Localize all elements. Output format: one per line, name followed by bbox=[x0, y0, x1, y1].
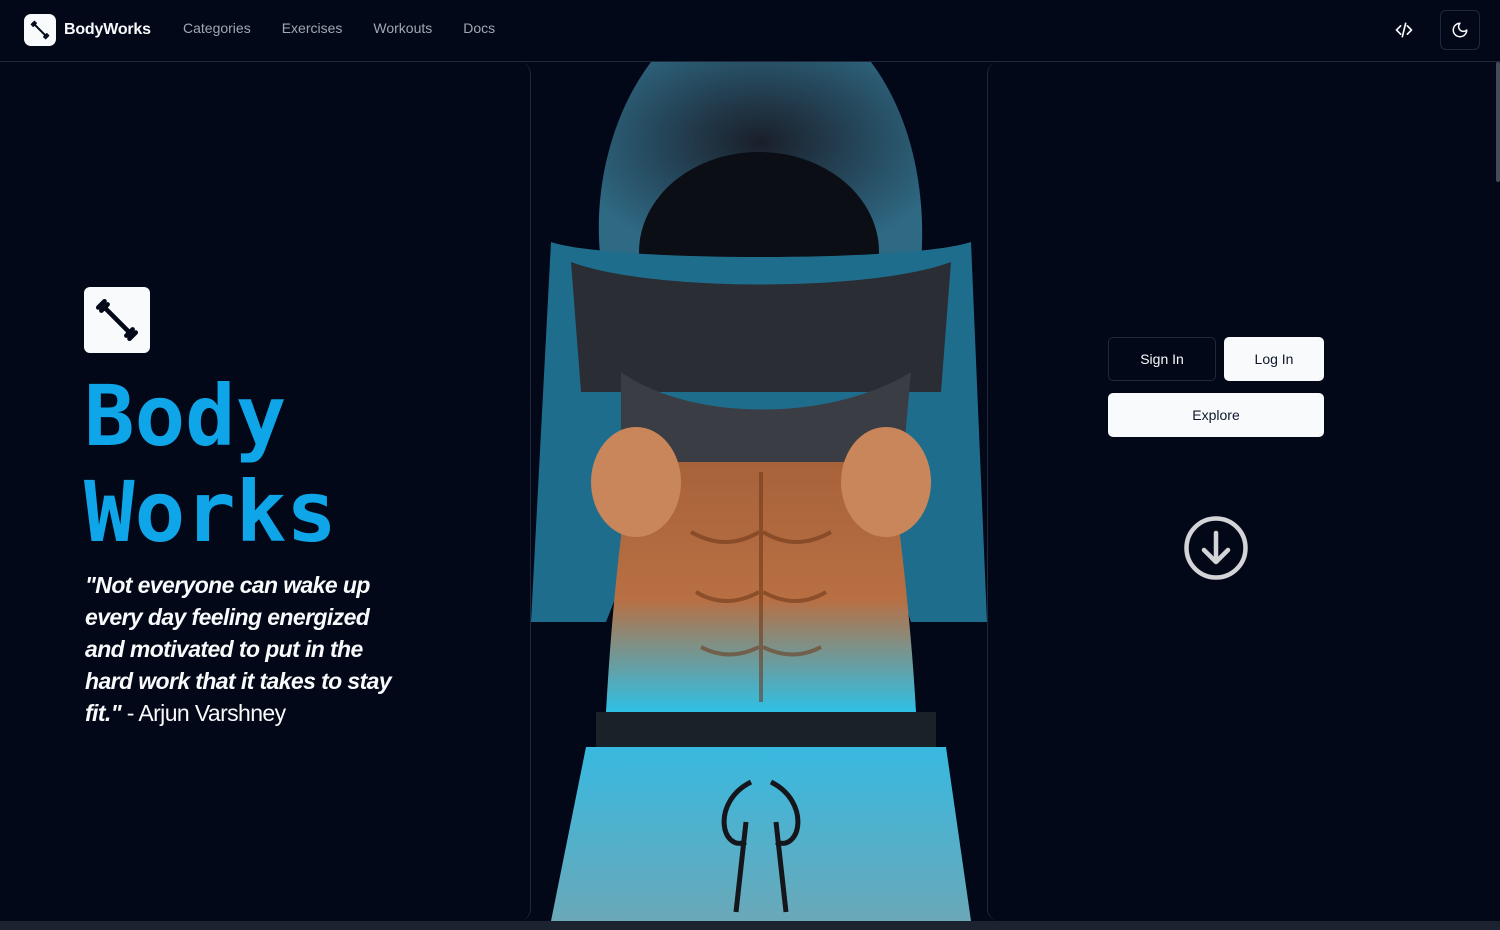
top-navbar: BodyWorks Categories Exercises Workouts … bbox=[0, 0, 1500, 62]
nav-item-workouts[interactable]: Workouts bbox=[373, 20, 432, 36]
hero-dumbbell-icon bbox=[84, 287, 150, 353]
hero-quote: "Not everyone can wake up every day feel… bbox=[85, 569, 405, 729]
brand-link[interactable]: BodyWorks bbox=[24, 14, 151, 46]
quote-author: - Arjun Varshney bbox=[121, 700, 286, 726]
dumbbell-icon bbox=[24, 14, 56, 46]
hero-fitness-photo bbox=[531, 62, 987, 921]
sign-in-button[interactable]: Sign In bbox=[1108, 337, 1216, 381]
code-icon bbox=[1395, 22, 1413, 38]
nav-item-exercises[interactable]: Exercises bbox=[282, 20, 343, 36]
moon-icon bbox=[1452, 22, 1468, 38]
main-nav: Categories Exercises Workouts Docs bbox=[183, 20, 495, 36]
explore-button[interactable]: Explore bbox=[1108, 393, 1324, 437]
nav-item-docs[interactable]: Docs bbox=[463, 20, 495, 36]
nav-item-categories[interactable]: Categories bbox=[183, 20, 251, 36]
theme-toggle-button[interactable] bbox=[1440, 10, 1480, 50]
page-scrollbar[interactable] bbox=[1496, 62, 1500, 182]
hero-title-line-2: Works bbox=[84, 463, 337, 561]
hero-title-line-1: Body bbox=[84, 367, 287, 465]
brand-name: BodyWorks bbox=[64, 21, 151, 38]
hero-title: Body Works bbox=[84, 368, 484, 560]
hero-right-panel bbox=[987, 62, 1500, 921]
source-code-button[interactable] bbox=[1384, 11, 1424, 49]
bottom-edge bbox=[0, 921, 1500, 930]
scroll-down-arrow-icon[interactable] bbox=[1183, 515, 1249, 581]
log-in-button[interactable]: Log In bbox=[1224, 337, 1324, 381]
